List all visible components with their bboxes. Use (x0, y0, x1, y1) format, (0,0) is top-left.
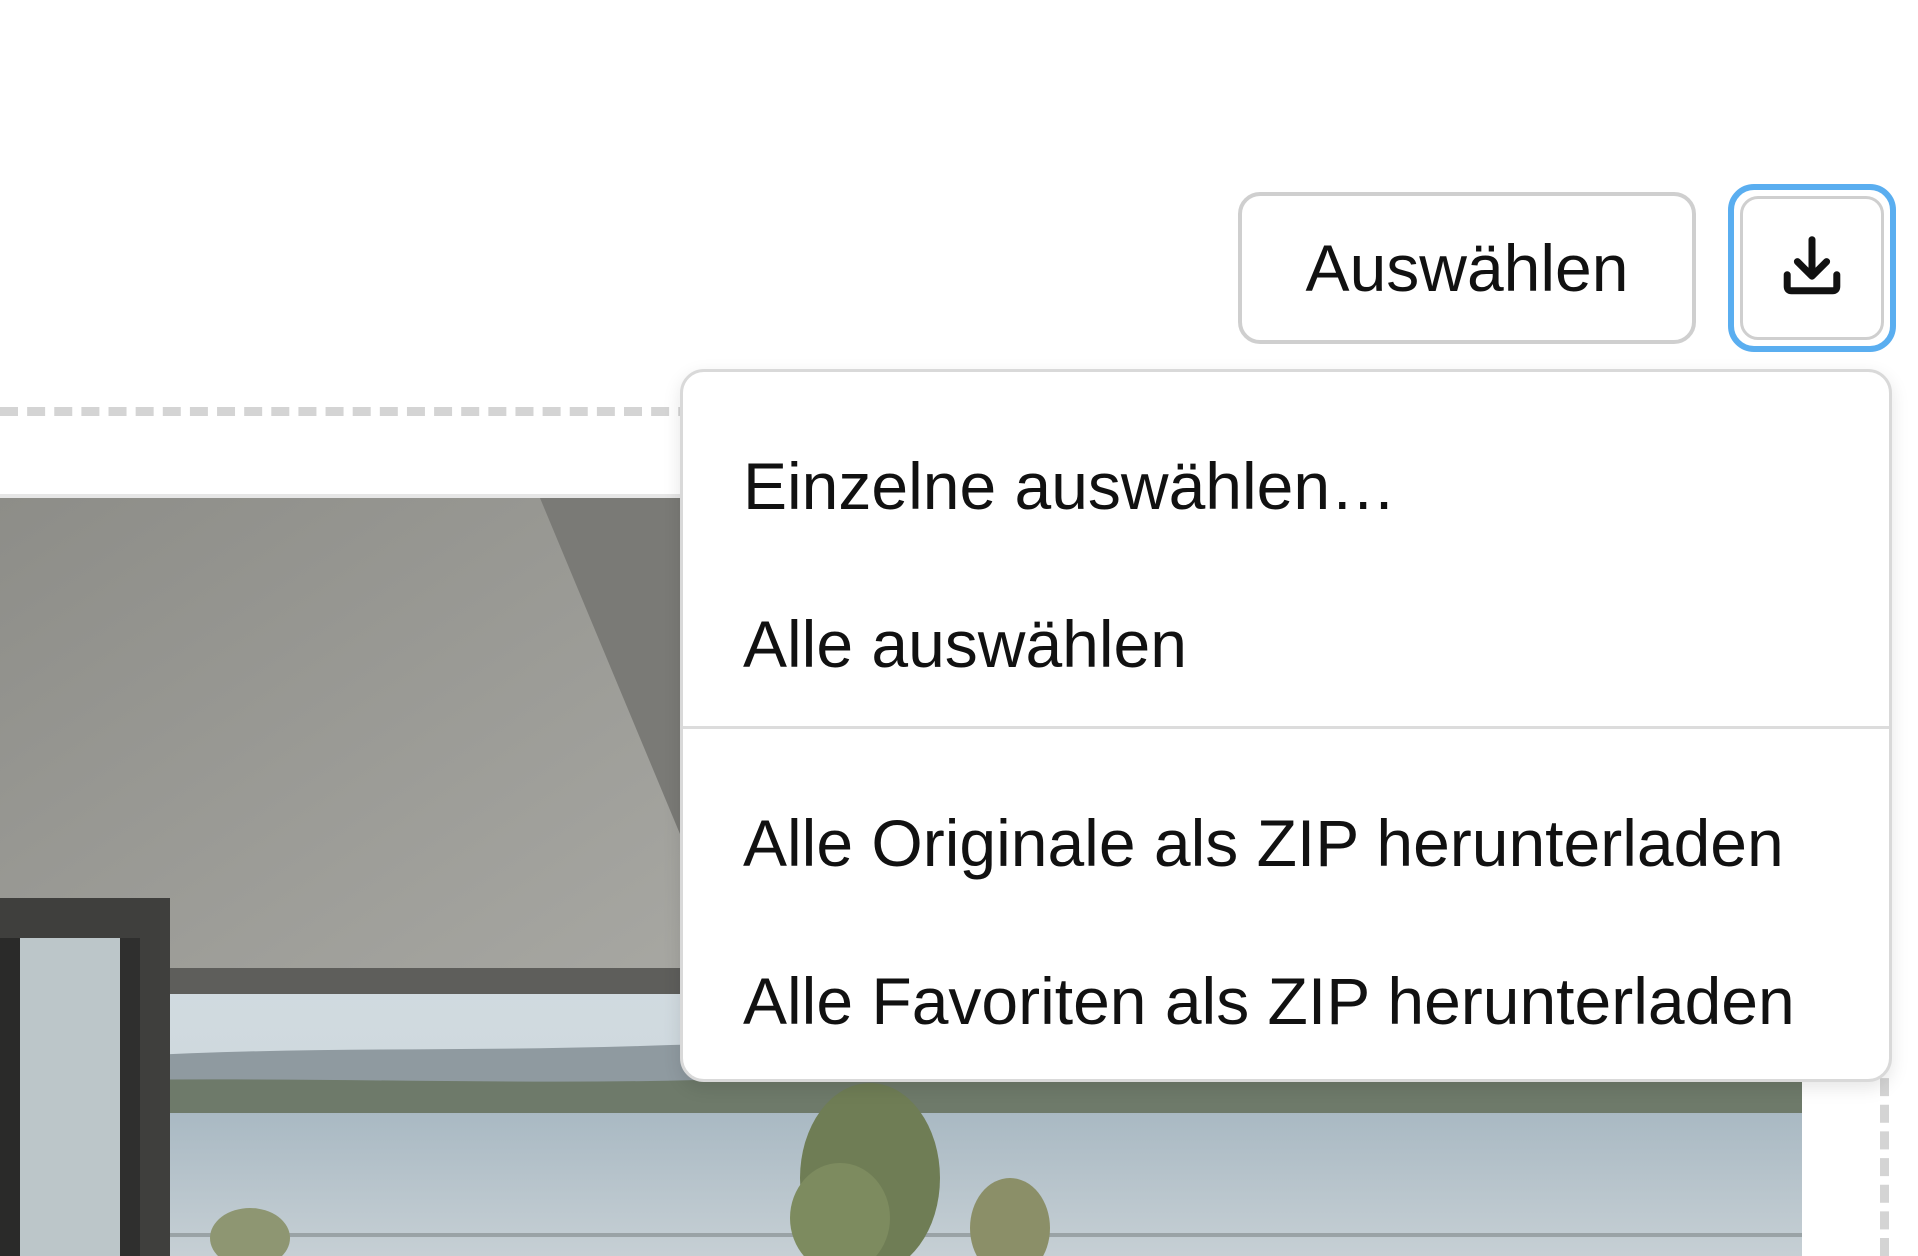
download-dropdown-menu: Einzelne auswählen… Alle auswählen Alle … (680, 369, 1892, 1082)
download-button[interactable] (1728, 184, 1896, 352)
menu-item-download-favorites-zip[interactable]: Alle Favoriten als ZIP herunterladen (743, 941, 1795, 1061)
menu-divider (683, 726, 1889, 729)
download-icon (1777, 231, 1847, 306)
select-button[interactable]: Auswählen (1238, 192, 1696, 344)
gallery-page: Auswählen Einzelne auswählen… Alle auswä… (0, 0, 1918, 1256)
menu-item-select-individual[interactable]: Einzelne auswählen… (743, 426, 1396, 546)
menu-item-select-all[interactable]: Alle auswählen (743, 584, 1187, 704)
menu-item-download-originals-zip[interactable]: Alle Originale als ZIP herunterladen (743, 783, 1784, 903)
